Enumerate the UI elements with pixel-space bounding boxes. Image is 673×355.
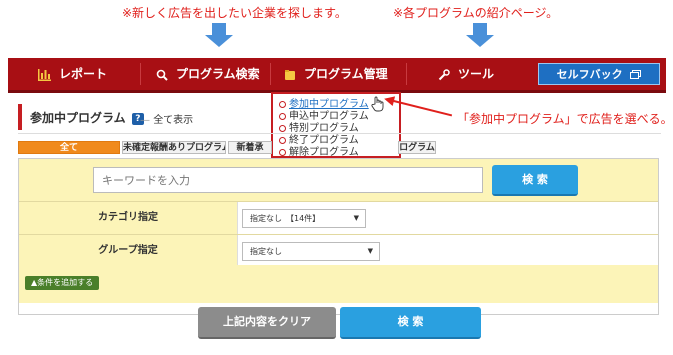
chevron-down-icon: ▼ (367, 247, 373, 255)
nav-item-program-search[interactable]: プログラム検索 (156, 58, 260, 90)
group-label: グループ指定 (19, 235, 237, 267)
nav-label-program-search: プログラム検索 (176, 67, 260, 81)
category-cell: 指定なし 【14件】 ▼ (237, 202, 658, 234)
page-subtitle: — 全て表示 (140, 111, 193, 126)
self-back-button[interactable]: セルフバック (538, 63, 660, 85)
wrench-icon (438, 68, 450, 80)
annotation-arrow-down-left (205, 23, 233, 47)
nav-label-program-management: プログラム管理 (304, 67, 388, 81)
tab-unconfirmed-reward[interactable]: 未確定報酬ありプログラム (122, 141, 226, 154)
annotation-arrow-down-right (466, 23, 494, 47)
nav-separator (140, 63, 141, 85)
dropdown-item-cancelled[interactable]: 解除プログラム (279, 143, 359, 158)
dropdown-item-label: 解除プログラム (289, 147, 359, 158)
hand-cursor-icon (371, 96, 384, 112)
annotation-note-dropdown: 「参加中プログラム」で広告を選べる。 (457, 112, 673, 126)
window-icon (630, 70, 642, 79)
group-select[interactable]: 指定なし ▼ (242, 242, 380, 261)
nav-label-tools: ツール (458, 67, 495, 81)
page-title-accent (18, 104, 22, 130)
nav-label-report: レポート (59, 67, 108, 81)
add-condition-button[interactable]: ▲条件を追加する (25, 276, 100, 290)
category-select-value: 指定なし 【14件】 (250, 214, 321, 223)
tab-new-approval[interactable]: 新着承 (228, 141, 272, 154)
category-select[interactable]: 指定なし 【14件】 ▼ (242, 209, 366, 228)
search-icon (156, 69, 168, 81)
annotation-note-left: ※新しく広告を出したい企業を探します。 (122, 6, 347, 20)
nav-item-tools[interactable]: ツール (438, 58, 494, 90)
annotation-note-right: ※各プログラムの紹介ページ。 (393, 6, 559, 20)
page-title-text: 参加中プログラム (30, 111, 126, 125)
self-back-label: セルフバック (556, 68, 623, 81)
group-cell: 指定なし ▼ (237, 235, 658, 267)
clear-button[interactable]: 上記内容をクリア (198, 307, 336, 339)
dash-icon: — (140, 115, 150, 126)
page-title: 参加中プログラム ? (30, 109, 144, 126)
main-navbar: レポート プログラム検索 プログラム管理 ツール セルフバック (8, 58, 666, 93)
keyword-input[interactable] (93, 167, 483, 193)
group-select-value: 指定なし (250, 247, 282, 256)
nav-item-program-management[interactable]: プログラム管理 (284, 58, 388, 90)
add-condition-row (19, 265, 658, 303)
nav-separator (270, 63, 271, 85)
bullet-icon (279, 148, 286, 156)
chevron-down-icon: ▼ (353, 214, 359, 222)
bottom-search-button[interactable]: 検 索 (340, 307, 481, 339)
nav-separator (406, 63, 407, 85)
category-label: カテゴリ指定 (19, 202, 237, 234)
title-divider (18, 133, 661, 134)
folder-icon (285, 69, 295, 80)
page-subtitle-text: 全て表示 (153, 115, 194, 126)
tab-all[interactable]: 全て (18, 141, 120, 154)
nav-item-report[interactable]: レポート (38, 58, 107, 90)
tab-program[interactable]: ログラム (398, 141, 436, 154)
bar-chart-icon (38, 68, 51, 81)
search-button[interactable]: 検 索 (492, 165, 578, 196)
